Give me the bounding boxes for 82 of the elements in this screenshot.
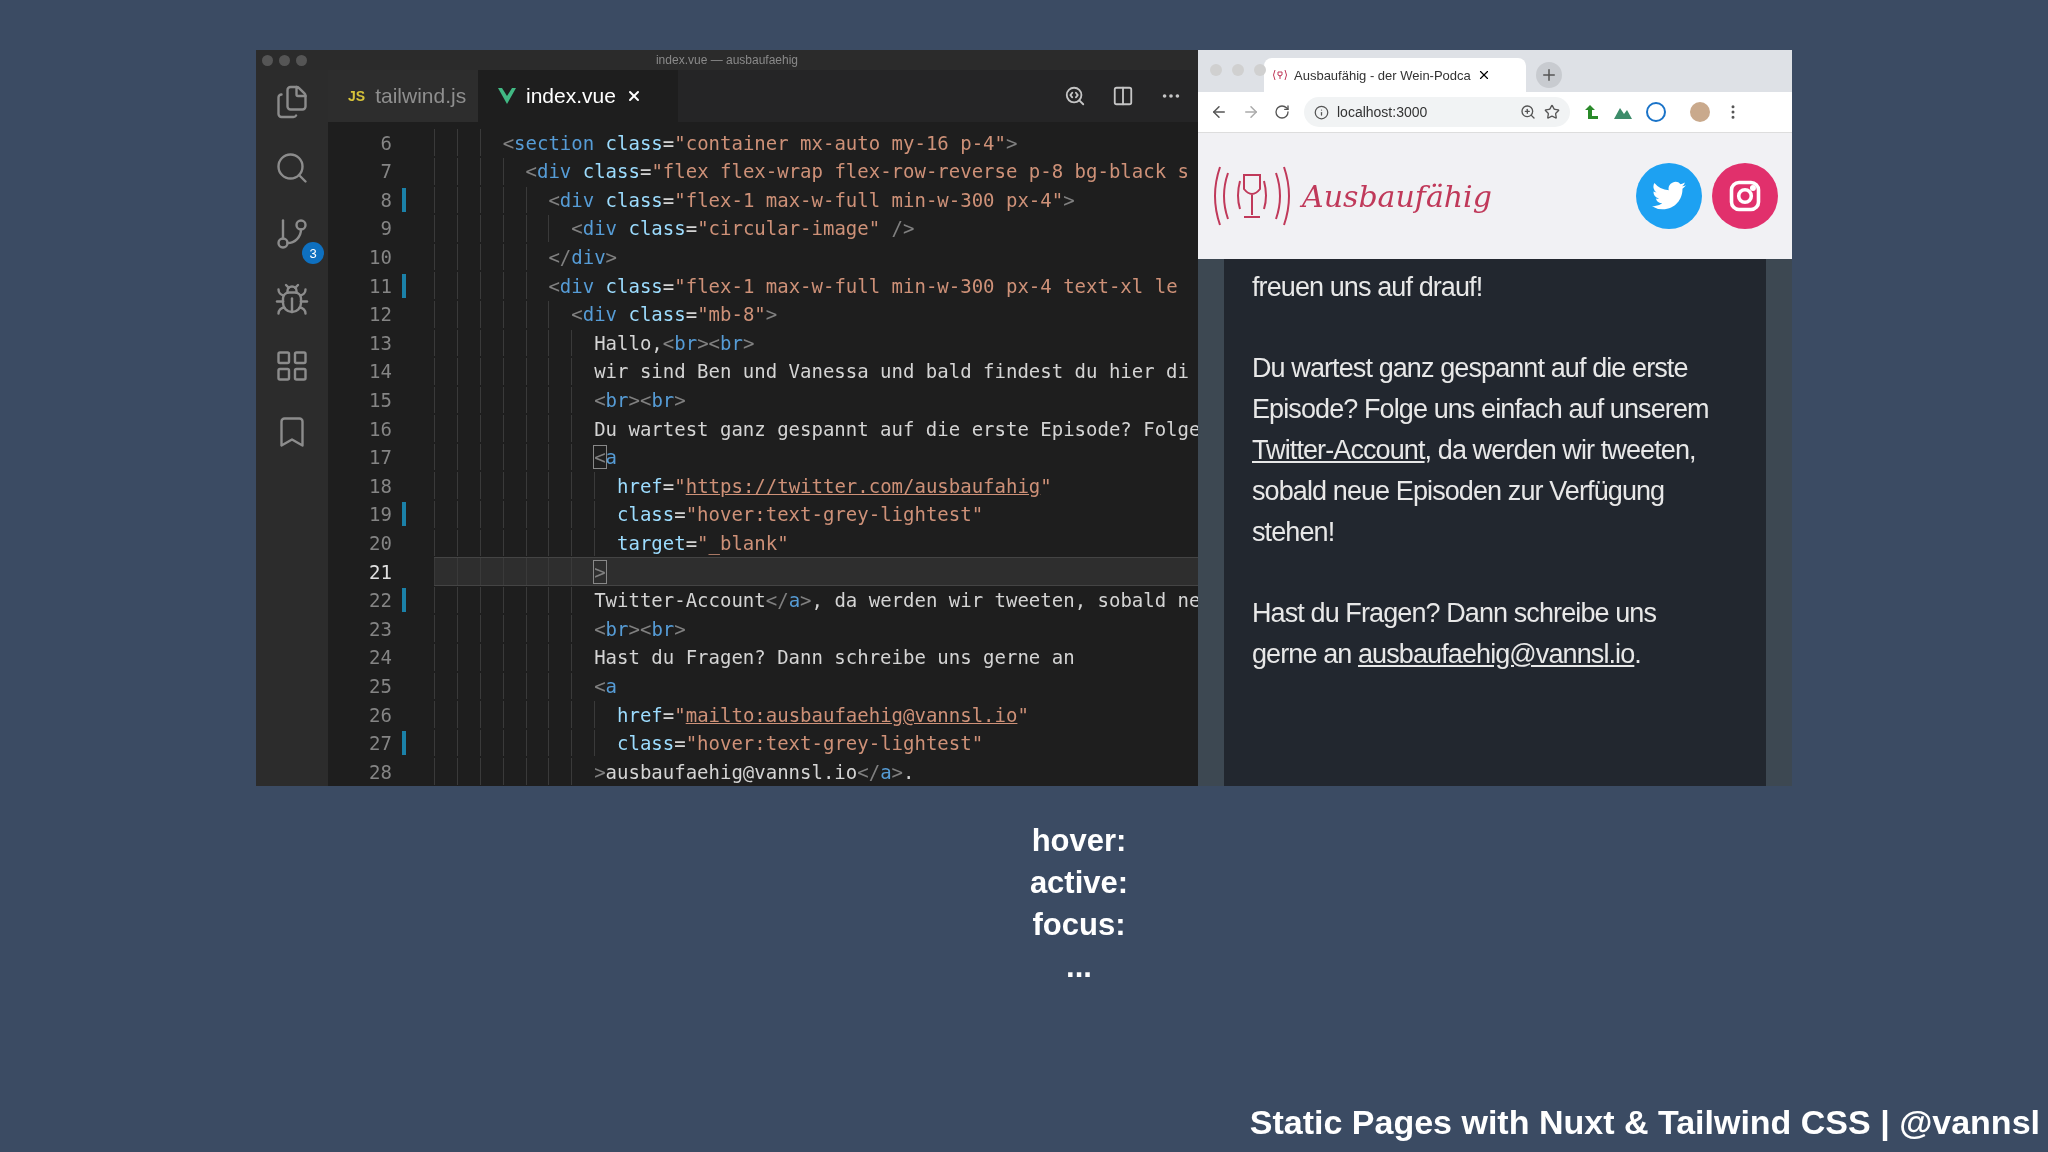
line-number: 12 bbox=[368, 303, 392, 326]
line-number: 10 bbox=[368, 246, 392, 268]
code-line: <div class="circular-image" /> bbox=[434, 214, 1198, 243]
count-badge: 3 bbox=[302, 242, 324, 264]
code-line: </div> bbox=[434, 242, 1198, 272]
paragraph: freuen uns auf drauf! bbox=[1252, 271, 1484, 304]
bullet-text: hover: bbox=[1031, 822, 1127, 860]
code-line: <div class="flex-1 max-w-full min-w-300 px-4 text-xl le bbox=[434, 271, 1198, 300]
bullet-text: active: bbox=[1029, 864, 1129, 902]
code-line: href="mailto:ausbaufaehig@vannsl.io" bbox=[434, 700, 1198, 729]
code-line: Hallo,<br><br> bbox=[434, 328, 1198, 358]
line-number: 18 bbox=[368, 474, 392, 497]
link[interactable]: ausbaufaehig@vannsl.io bbox=[1358, 639, 1635, 669]
line-number: 11 bbox=[368, 274, 392, 297]
window-title: index.vue — ausbaufaehig bbox=[655, 53, 799, 67]
star-icon[interactable] bbox=[1544, 104, 1560, 120]
code-line: <div class="flex-1 max-w-full min-w-300 px-4"> bbox=[434, 185, 1198, 215]
code-line: class="hover:text-grey-lightest" bbox=[434, 500, 1198, 529]
code-line: >ausbaufaehig@vannsl.io</a>. bbox=[434, 757, 1198, 786]
line-number: 9 bbox=[379, 217, 392, 240]
files-icon[interactable] bbox=[274, 84, 310, 120]
footer-caption: Static Pages with Nuxt & Tailwind CSS | @vannsl bbox=[1249, 1103, 2040, 1142]
line-number: 15 bbox=[368, 389, 392, 411]
code-line: <div class="mb-8"> bbox=[434, 299, 1198, 329]
line-number: 28 bbox=[368, 760, 392, 783]
bullet-text: focus: bbox=[1032, 906, 1126, 944]
browser-tab[interactable]: Ausbaufähig - der Wein-Podca bbox=[1264, 58, 1526, 92]
bullet-text: ... bbox=[1066, 948, 1092, 986]
code-line: <section class="container mx-auto my-16 p-4"> bbox=[434, 128, 1198, 157]
line-number: 19 bbox=[368, 503, 392, 526]
link[interactable]: Twitter-Account bbox=[1252, 435, 1425, 465]
branch-icon[interactable] bbox=[274, 216, 310, 252]
code-line: href="https://twitter.com/ausbaufahig" bbox=[434, 471, 1198, 501]
line-number: 8 bbox=[379, 188, 392, 211]
tab-title: Ausbaufähig - der Wein-Podca bbox=[1294, 67, 1471, 83]
code-line: <br><br> bbox=[434, 614, 1198, 644]
line-number: 24 bbox=[368, 646, 392, 669]
code-line: Hast du Fragen? Dann schreibe uns gerne an bbox=[434, 643, 1198, 672]
maximize-dot-icon[interactable] bbox=[296, 55, 307, 66]
paragraph: Hast du Fragen? Dann schreibe uns gerne an ausbaufaehig@vannsl.io. bbox=[1252, 597, 1658, 671]
zoom-icon[interactable] bbox=[1520, 104, 1536, 120]
info-icon bbox=[1314, 104, 1329, 120]
file-tab[interactable]: index.vue bbox=[478, 70, 678, 123]
line-number: 27 bbox=[368, 732, 392, 755]
line-number: 26 bbox=[368, 703, 392, 726]
code-line: <a bbox=[434, 671, 1198, 701]
password-manager-icon[interactable] bbox=[1646, 102, 1666, 122]
search-icon[interactable] bbox=[1064, 85, 1086, 108]
address-bar[interactable]: localhost:3000 bbox=[1304, 97, 1570, 127]
line-number: 23 bbox=[368, 617, 392, 640]
plus-icon bbox=[1540, 66, 1558, 84]
file-tab[interactable]: JS tailwind.js bbox=[328, 70, 478, 123]
line-number: 21 bbox=[368, 560, 392, 583]
code-line: wir sind Ben und Vanessa und bald findest du hier di bbox=[434, 357, 1198, 386]
line-number: 25 bbox=[368, 674, 392, 697]
extensions-icon[interactable] bbox=[274, 348, 310, 384]
close-dot-icon[interactable] bbox=[262, 55, 273, 66]
maximize-dot-icon[interactable] bbox=[1254, 64, 1266, 76]
bug-icon[interactable] bbox=[274, 282, 310, 318]
vue-logo-icon bbox=[498, 88, 516, 105]
minimize-dot-icon[interactable] bbox=[279, 55, 290, 66]
new-tab-button[interactable] bbox=[1536, 62, 1562, 88]
code-line: <br><br> bbox=[434, 385, 1198, 415]
arrow-icon[interactable] bbox=[1584, 104, 1600, 120]
line-number: 6 bbox=[379, 131, 392, 154]
line-number: 17 bbox=[368, 446, 392, 469]
line-number: 7 bbox=[379, 160, 392, 183]
back-icon[interactable] bbox=[1210, 103, 1228, 121]
code-line: class="hover:text-grey-lightest" bbox=[434, 728, 1198, 758]
search-icon[interactable] bbox=[274, 150, 310, 186]
favicon-icon bbox=[1272, 69, 1288, 81]
line-number: 22 bbox=[368, 589, 392, 612]
line-number: 16 bbox=[368, 417, 392, 440]
paragraph: Du wartest ganz gespannt auf die erste Episode? Folge uns einfach auf unserem Twitter-Account, da werden wir tweeten, sobald neue Episoden zur Verfügung stehen! bbox=[1252, 352, 1710, 549]
line-number: 13 bbox=[368, 331, 392, 354]
line-number: 14 bbox=[368, 360, 392, 383]
split-editor-icon[interactable] bbox=[1112, 85, 1134, 108]
code-line: target="_blank" bbox=[434, 528, 1198, 558]
reload-icon[interactable] bbox=[1274, 104, 1290, 120]
js-file-icon: JS bbox=[348, 88, 366, 105]
code-line: <div class="flex flex-wrap flex-row-reverse p-8 bg-black s bbox=[434, 156, 1198, 186]
line-number: 20 bbox=[368, 531, 392, 554]
